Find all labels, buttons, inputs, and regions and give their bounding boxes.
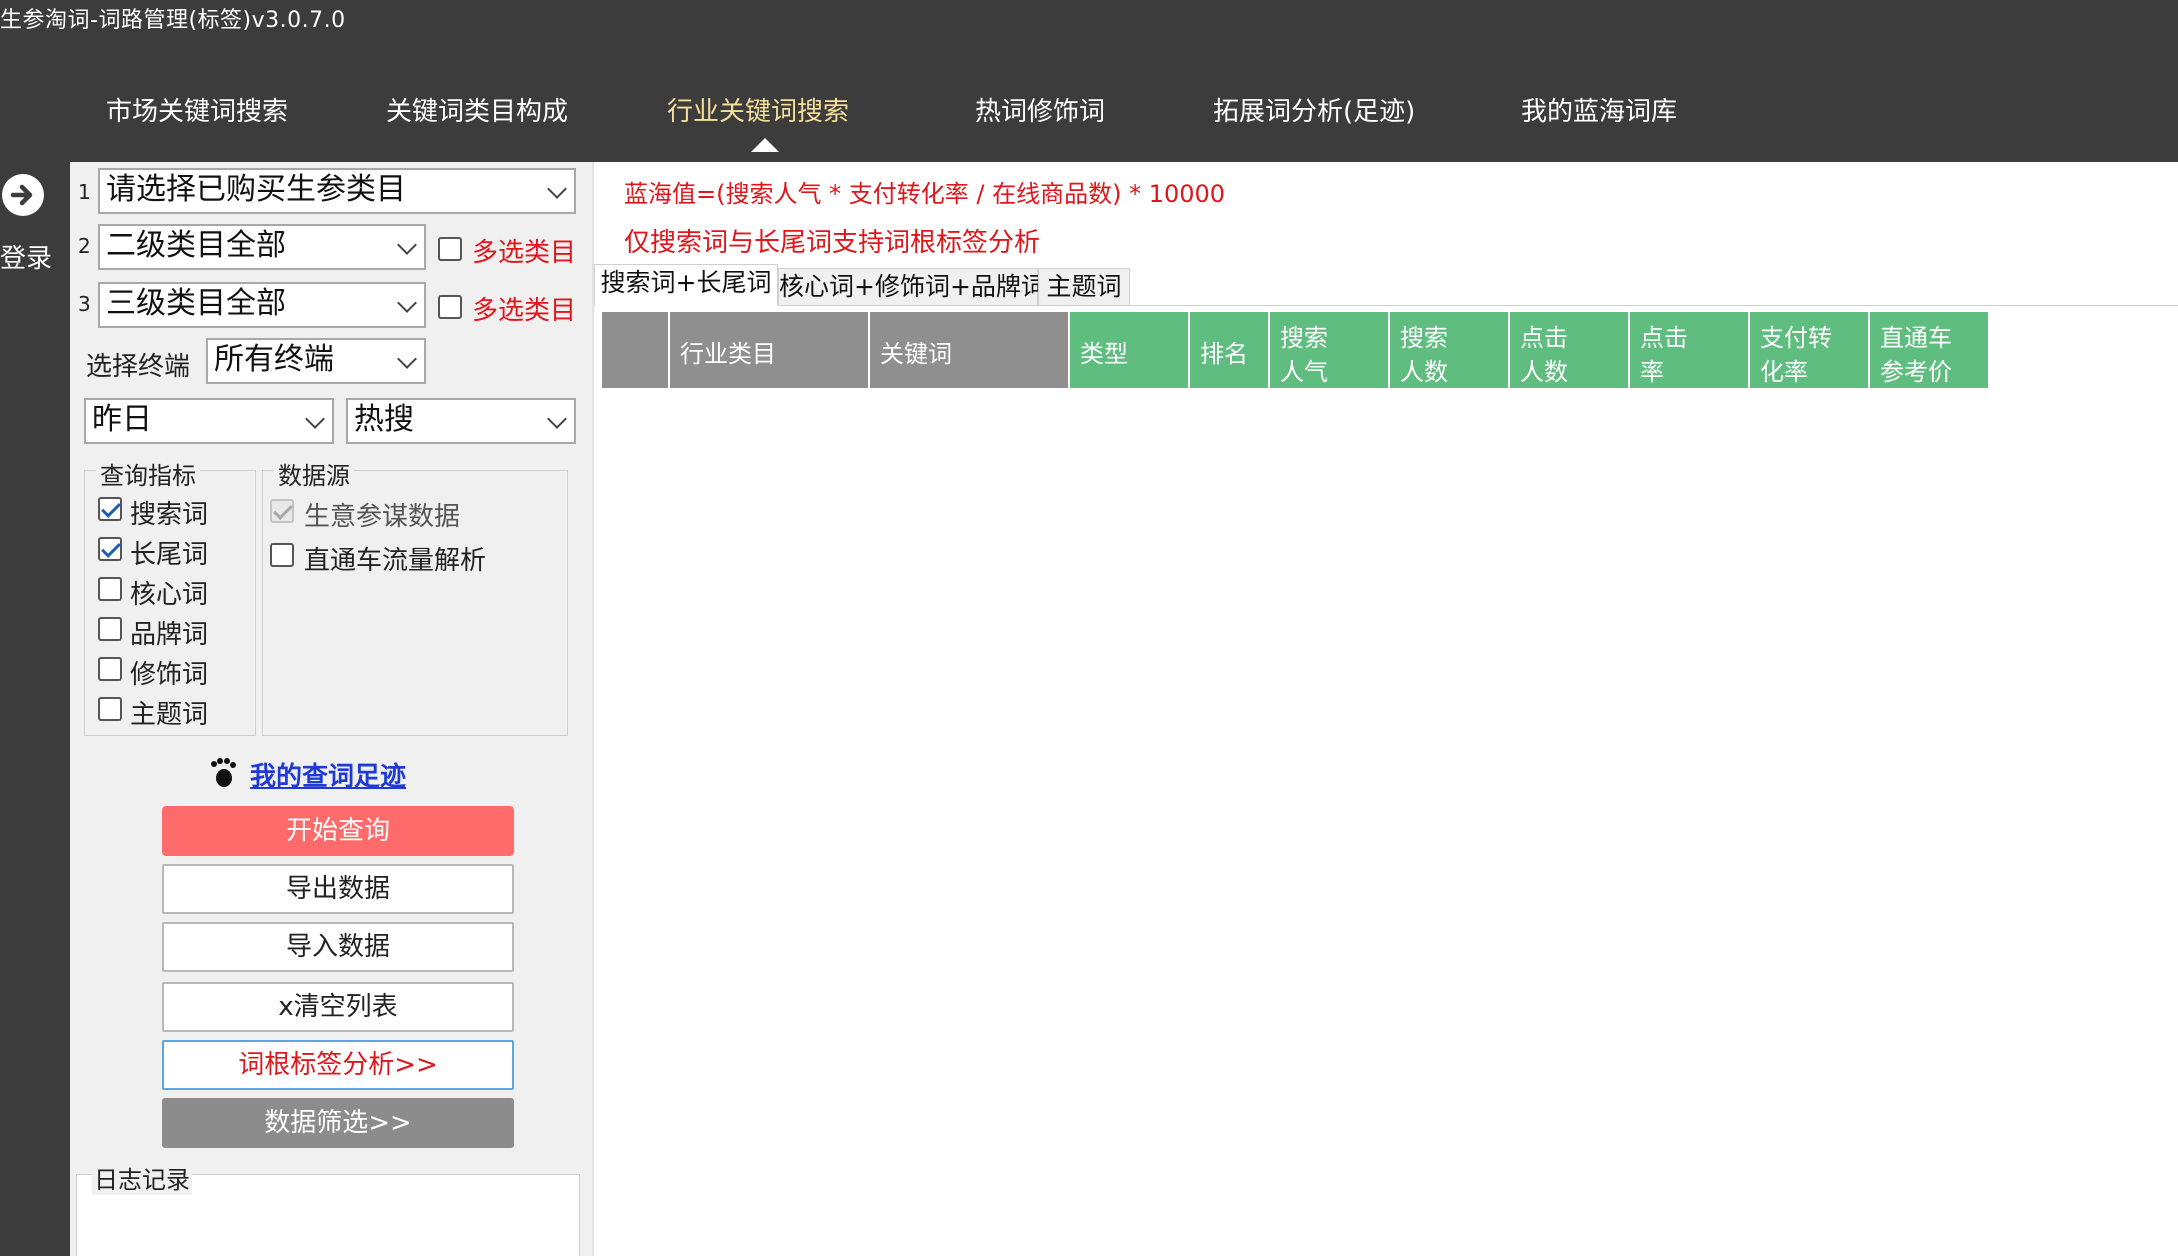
date-range-value: 昨日 [92,402,152,437]
login-label[interactable]: 登录 [0,238,52,275]
query-metrics-title: 查询指标 [96,456,200,491]
export-data-button[interactable]: 导出数据 [162,864,514,914]
row-number-3: 3 [78,292,91,316]
panel-divider [592,162,594,1256]
subtab-core-modifier-brand[interactable]: 核心词+修饰词+品牌词 [778,268,1046,306]
column-header-payment-conversion[interactable]: 支付转 化率 [1750,312,1870,388]
metric-core-word-label[interactable]: 核心词 [130,574,208,611]
log-title: 日志记录 [92,1160,192,1195]
source-business-advisor-checkbox [270,499,294,523]
metric-brand-word-checkbox[interactable] [98,617,122,641]
secondary-category-select[interactable]: 二级类目全部 [98,224,426,270]
column-header-industry-category[interactable]: 行业类目 [670,312,870,388]
window-title: 生参淘词-词路管理(标签)v3.0.7.0 [0,8,346,33]
metric-core-word-checkbox[interactable] [98,577,122,601]
column-header-keyword[interactable]: 关键词 [870,312,1070,388]
row-number-2: 2 [78,234,91,258]
chevron-down-icon [305,409,325,429]
chevron-down-icon [397,235,417,255]
tab-market-keyword-search[interactable]: 市场关键词搜索 [106,92,288,132]
terminal-label: 选择终端 [86,352,191,382]
analysis-note: 仅搜索词与长尾词支持词根标签分析 [624,228,1041,258]
multi-select-category-2-label[interactable]: 多选类目 [472,232,576,269]
multi-select-category-3-label[interactable]: 多选类目 [472,290,576,327]
arrow-right-circle-icon[interactable] [2,174,44,216]
date-range-select[interactable]: 昨日 [84,398,334,444]
data-filter-button[interactable]: 数据筛选>> [162,1098,514,1148]
tab-industry-keyword-search[interactable]: 行业关键词搜索 [667,92,849,132]
column-header-searchers[interactable]: 搜索 人数 [1390,312,1510,388]
tab-blue-ocean-library[interactable]: 我的蓝海词库 [1521,92,1677,132]
chevron-down-icon [547,179,567,199]
tab-expand-word-analysis[interactable]: 拓展词分析(足迹) [1213,92,1415,132]
column-header-index [602,312,670,388]
my-search-footprint-link[interactable]: 我的查词足迹 [250,756,406,793]
data-source-title: 数据源 [274,456,354,491]
chevron-down-icon [547,409,567,429]
metric-topic-word-label[interactable]: 主题词 [130,694,208,731]
metric-brand-word-label[interactable]: 品牌词 [130,614,208,651]
terminal-value: 所有终端 [214,342,334,377]
sort-mode-select[interactable]: 热搜 [346,398,576,444]
chevron-down-icon [397,293,417,313]
column-header-click-rate[interactable]: 点击 率 [1630,312,1750,388]
tab-hot-modifier-words[interactable]: 热词修饰词 [975,92,1105,132]
root-tag-analysis-button[interactable]: 词根标签分析>> [162,1040,514,1090]
metric-search-word-checkbox[interactable] [98,497,122,521]
blue-ocean-formula: 蓝海值=(搜索人气 * 支付转化率 / 在线商品数) * 10000 [624,180,1226,208]
source-business-advisor-label: 生意参谋数据 [304,502,461,532]
start-query-button[interactable]: 开始查询 [162,806,514,856]
column-header-rank[interactable]: 排名 [1190,312,1270,388]
metric-long-tail-label[interactable]: 长尾词 [130,534,208,571]
footprint-icon [208,756,238,788]
terminal-select[interactable]: 所有终端 [206,338,426,384]
primary-category-value: 请选择已购买生参类目 [106,172,406,207]
clear-list-button[interactable]: x清空列表 [162,982,514,1032]
tertiary-category-value: 三级类目全部 [106,286,286,321]
tab-keyword-category[interactable]: 关键词类目构成 [386,92,568,132]
multi-select-category-3-checkbox[interactable] [438,295,462,319]
chevron-down-icon [397,349,417,369]
column-header-type[interactable]: 类型 [1070,312,1190,388]
sort-mode-value: 热搜 [354,402,414,437]
active-tab-indicator [751,138,779,152]
subtab-search-longtail[interactable]: 搜索词+长尾词 [594,264,778,306]
row-number-1: 1 [78,180,91,204]
column-header-clickers[interactable]: 点击 人数 [1510,312,1630,388]
subtab-bar-line [1130,305,2178,306]
primary-category-select[interactable]: 请选择已购买生参类目 [98,168,576,214]
import-data-button[interactable]: 导入数据 [162,922,514,972]
metric-modifier-word-label[interactable]: 修饰词 [130,654,208,691]
source-through-train-label[interactable]: 直通车流量解析 [304,540,486,577]
column-header-search-popularity[interactable]: 搜索 人气 [1270,312,1390,388]
column-header-ppc-reference-price[interactable]: 直通车 参考价 [1870,312,1988,388]
metric-search-word-label[interactable]: 搜索词 [130,494,208,531]
multi-select-category-2-checkbox[interactable] [438,237,462,261]
tertiary-category-select[interactable]: 三级类目全部 [98,282,426,328]
metric-topic-word-checkbox[interactable] [98,697,122,721]
subtab-topic-word[interactable]: 主题词 [1038,268,1130,306]
secondary-category-value: 二级类目全部 [106,228,286,263]
metric-long-tail-checkbox[interactable] [98,537,122,561]
source-through-train-checkbox[interactable] [270,543,294,567]
left-sidebar [0,162,70,1256]
metric-modifier-word-checkbox[interactable] [98,657,122,681]
